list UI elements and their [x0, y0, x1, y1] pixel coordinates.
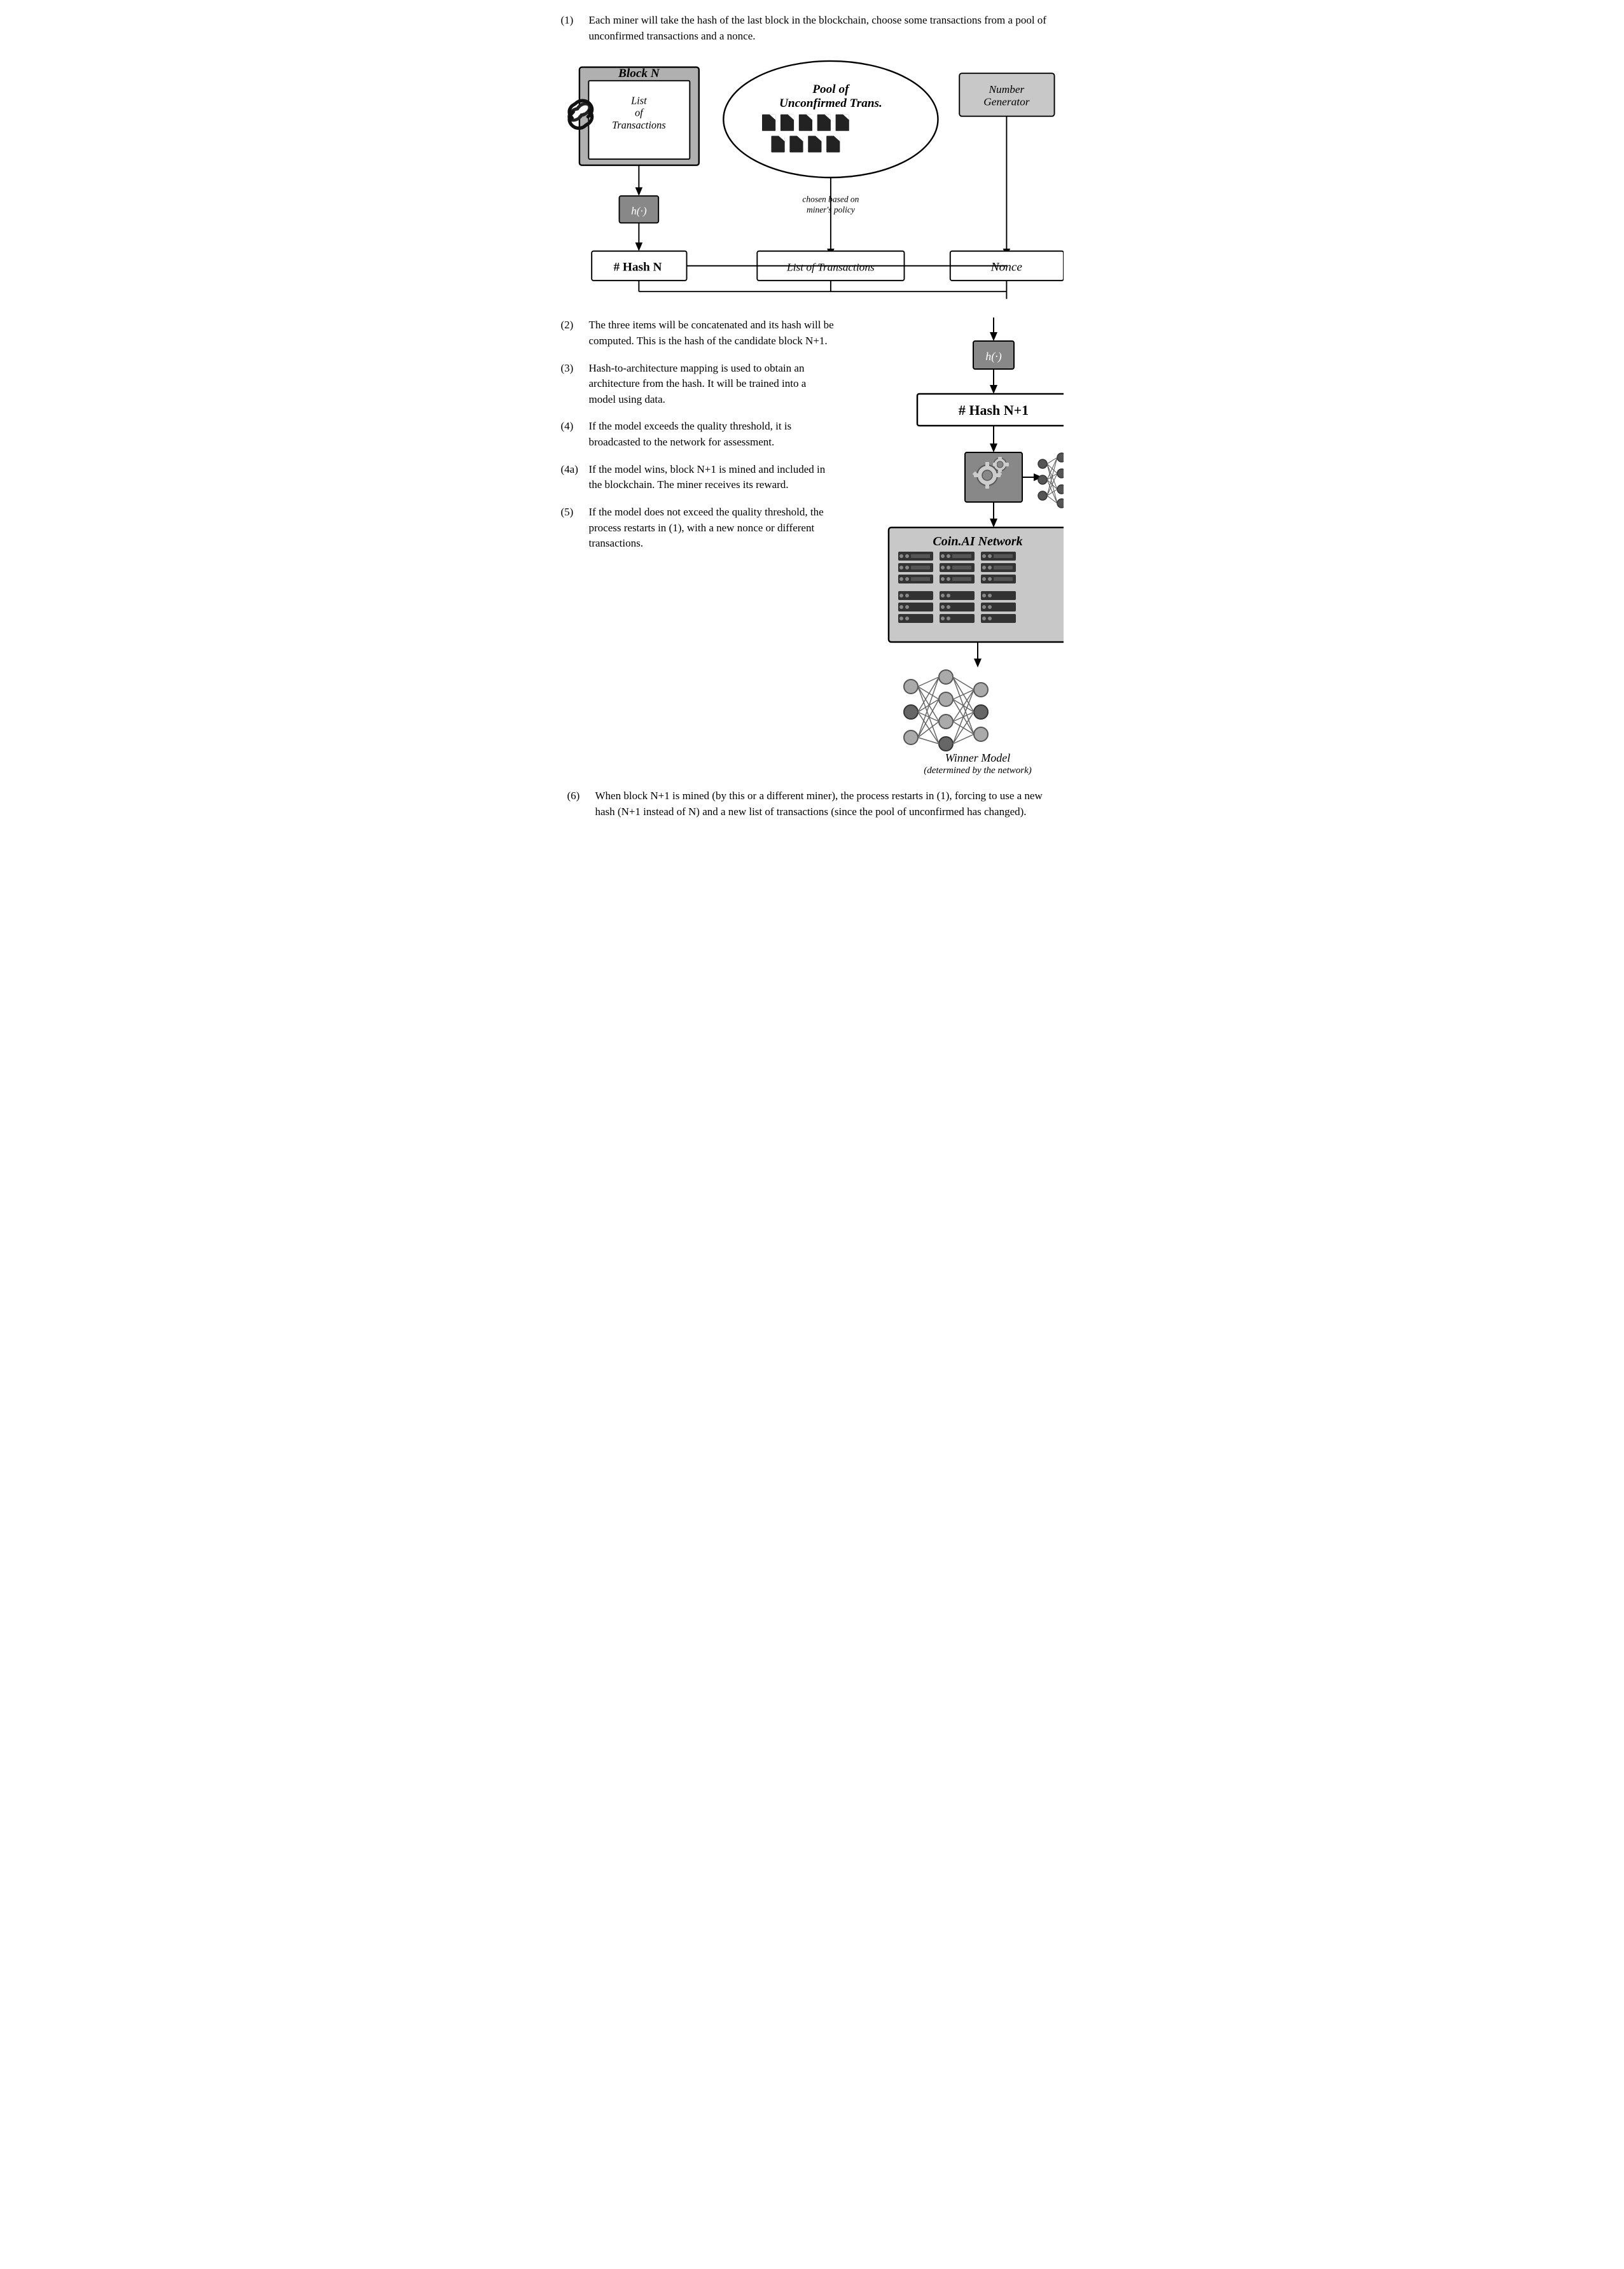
step4-text: If the model exceeds the quality thresho… — [589, 419, 835, 450]
step5-item: (5) If the model does not exceed the qua… — [561, 505, 835, 552]
step1-num: (1) — [561, 13, 585, 29]
step2-item: (2) The three items will be concatenated… — [561, 318, 835, 349]
step1-item: (1) Each miner will take the hash of the… — [561, 13, 1064, 44]
svg-text:miner's policy: miner's policy — [806, 205, 854, 214]
step3-text: Hash-to-architecture mapping is used to … — [589, 361, 835, 408]
step2-text: The three items will be concatenated and… — [589, 318, 835, 349]
svg-text:Winner Model: Winner Model — [945, 751, 1010, 764]
svg-text:(determined by the network): (determined by the network) — [924, 765, 1032, 776]
svg-text:# Hash N+1: # Hash N+1 — [958, 402, 1028, 418]
svg-text:List: List — [630, 95, 647, 107]
step3-item: (3) Hash-to-architecture mapping is used… — [561, 361, 835, 408]
svg-text:Coin.AI Network: Coin.AI Network — [933, 534, 1022, 548]
step6-text: When block N+1 is mined (by this or a di… — [595, 788, 1064, 820]
step4a-item: (4a) If the model wins, block N+1 is min… — [561, 462, 835, 493]
right-diagram-svg: h(·) # Hash N+1 — [847, 318, 1064, 776]
svg-text:h(·): h(·) — [631, 205, 647, 217]
step4-num: (4) — [561, 419, 585, 435]
step4a-text: If the model wins, block N+1 is mined an… — [589, 462, 835, 493]
svg-text:chosen based on: chosen based on — [802, 195, 859, 204]
svg-text:h(·): h(·) — [985, 350, 1002, 363]
step2-num: (2) — [561, 318, 585, 333]
step4-item: (4) If the model exceeds the quality thr… — [561, 419, 835, 450]
svg-text:# Hash N: # Hash N — [613, 261, 662, 274]
svg-text:Pool of: Pool of — [812, 83, 850, 96]
steps-and-diagram: (2) The three items will be concatenated… — [561, 318, 1064, 776]
step3-num: (3) — [561, 361, 585, 377]
neural-net-small — [1038, 453, 1064, 508]
step6-item: (6) When block N+1 is mined (by this or … — [561, 788, 1064, 820]
top-diagram: Block N List of Transactions Pool of Unc… — [561, 50, 1064, 305]
svg-text:Block N: Block N — [618, 67, 660, 80]
top-diagram-svg: Block N List of Transactions Pool of Unc… — [561, 50, 1064, 305]
steps-left: (2) The three items will be concatenated… — [561, 318, 835, 552]
step5-num: (5) — [561, 505, 585, 520]
svg-text:Nonce: Nonce — [990, 261, 1022, 274]
svg-text:Number: Number — [988, 83, 1024, 95]
main-layout: (1) Each miner will take the hash of the… — [561, 13, 1064, 820]
svg-text:List of Transactions: List of Transactions — [786, 262, 875, 274]
step6-num: (6) — [567, 788, 592, 804]
svg-text:Generator: Generator — [983, 96, 1029, 108]
winner-model-net — [904, 670, 988, 751]
step4a-num: (4a) — [561, 462, 585, 478]
svg-text:Unconfirmed Trans.: Unconfirmed Trans. — [779, 97, 882, 110]
svg-text:Transactions: Transactions — [612, 119, 666, 131]
step5-text: If the model does not exceed the quality… — [589, 505, 835, 552]
steps-right: h(·) # Hash N+1 — [847, 318, 1064, 776]
step1-text: Each miner will take the hash of the las… — [589, 13, 1064, 44]
